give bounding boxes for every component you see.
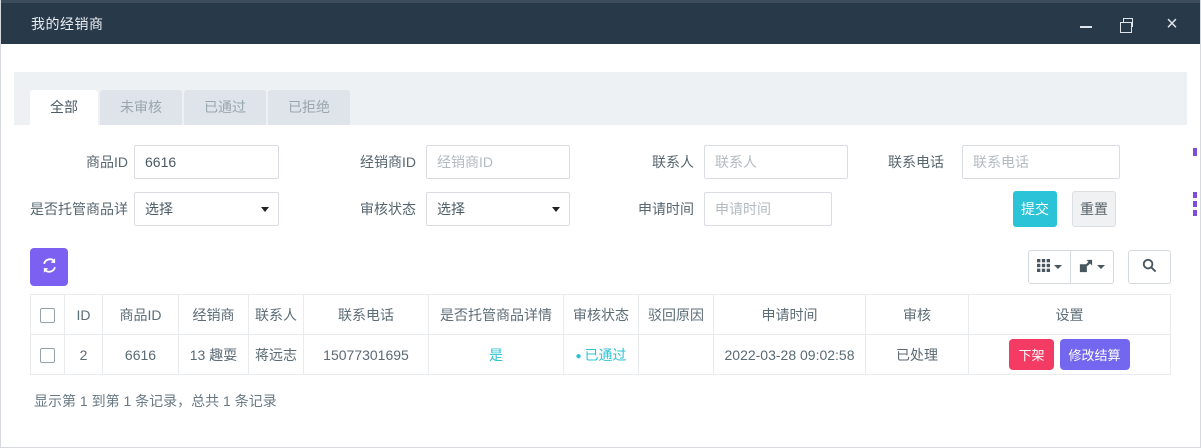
row-select-cell [31, 335, 65, 375]
col-dealer: 经销商 [179, 295, 249, 335]
modify-settlement-button[interactable]: 修改结算 [1060, 339, 1130, 370]
table-search-button[interactable] [1128, 250, 1171, 284]
contact-input[interactable] [704, 145, 848, 179]
minimize-button[interactable] [1078, 16, 1094, 32]
reset-button[interactable]: 重置 [1072, 191, 1116, 227]
select-all-header [31, 295, 65, 335]
col-settings: 设置 [969, 295, 1171, 335]
window-controls: × [1078, 16, 1180, 32]
chevron-down-icon [552, 207, 560, 212]
table-header-row: ID 商品ID 经销商 联系人 联系电话 是否托管商品详情 审核状态 驳回原因 … [31, 295, 1171, 335]
tab-unreviewed[interactable]: 未审核 [100, 90, 182, 125]
col-id: ID [65, 295, 103, 335]
cell-actions: 下架修改结算 [969, 335, 1171, 375]
dealer-id-label: 经销商ID [306, 152, 416, 172]
col-apply-time: 申请时间 [714, 295, 866, 335]
pagination-summary: 显示第 1 到第 1 条记录，总共 1 条记录 [34, 391, 1171, 411]
cell-product-id: 6616 [103, 335, 179, 375]
search-icon [1142, 258, 1157, 276]
filter-buttons: 提交 重置 [1013, 191, 1116, 227]
chevron-down-icon [261, 207, 269, 212]
col-contact: 联系人 [249, 295, 304, 335]
status-text: 已通过 [585, 347, 627, 363]
toolbar-button-group [1028, 250, 1114, 284]
submit-button[interactable]: 提交 [1013, 191, 1057, 227]
columns-grid-icon [1037, 259, 1050, 275]
export-button[interactable] [1071, 250, 1114, 284]
tab-approved[interactable]: 已通过 [184, 90, 266, 125]
col-reject-reason: 驳回原因 [639, 295, 714, 335]
scrollbar-thumb[interactable] [1193, 192, 1197, 217]
filter-product-id: 商品ID [30, 145, 279, 179]
tab-strip: 全部 未审核 已通过 已拒绝 [14, 72, 1187, 125]
refresh-button[interactable] [30, 248, 68, 286]
hosted-select-value: 选择 [145, 199, 173, 219]
col-status: 审核状态 [564, 295, 639, 335]
main-panel: 全部 未审核 已通过 已拒绝 商品ID 经销商ID 联系人 [14, 72, 1187, 411]
window-title: 我的经销商 [31, 14, 104, 34]
maximize-icon [1123, 18, 1133, 27]
table-row: 2 6616 13 趣耍 蒋远志 15077301695 是 ● 已通过 2022… [31, 335, 1171, 375]
select-all-checkbox[interactable] [40, 308, 55, 323]
refresh-icon [41, 257, 58, 277]
filter-apply-time: 申请时间 [606, 192, 832, 226]
col-review: 审核 [866, 295, 969, 335]
col-hosted: 是否托管商品详情 [429, 295, 564, 335]
tab-all[interactable]: 全部 [30, 90, 98, 125]
cell-id: 2 [65, 335, 103, 375]
cell-phone: 15077301695 [304, 335, 429, 375]
row-checkbox[interactable] [40, 348, 55, 363]
cell-contact: 蒋远志 [249, 335, 304, 375]
table-toolbar [30, 248, 1171, 286]
cell-reject-reason [639, 335, 714, 375]
product-id-label: 商品ID [30, 152, 128, 172]
tab-content: 商品ID 经销商ID 联系人 联系电话 是否 [14, 125, 1187, 411]
phone-input[interactable] [962, 145, 1120, 179]
filter-contact: 联系人 [606, 145, 848, 179]
status-select-value: 选择 [437, 199, 465, 219]
phone-label: 联系电话 [878, 152, 944, 172]
filter-dealer-id: 经销商ID [306, 145, 570, 179]
cell-dealer: 13 趣耍 [179, 335, 249, 375]
app-window: 我的经销商 × 全部 未审核 已通过 已拒绝 商品ID 经销商ID [0, 0, 1201, 448]
take-down-button[interactable]: 下架 [1009, 339, 1053, 370]
product-id-input[interactable] [134, 145, 279, 179]
toolbar-right-group [1028, 250, 1171, 284]
hosted-select[interactable]: 选择 [134, 192, 279, 226]
filter-row-2: 是否托管商品详 选择 审核状态 选择 申请时间 [30, 192, 1171, 226]
col-product-id: 商品ID [103, 295, 179, 335]
title-bar: 我的经销商 × [1, 0, 1200, 44]
hosted-label: 是否托管商品详 [30, 199, 128, 219]
scrollbar-thumb[interactable] [1193, 148, 1197, 156]
chevron-down-icon [1097, 265, 1105, 269]
filter-hosted: 是否托管商品详 选择 [30, 192, 279, 226]
close-button[interactable]: × [1164, 16, 1180, 32]
dealers-table: ID 商品ID 经销商 联系人 联系电话 是否托管商品详情 审核状态 驳回原因 … [30, 294, 1171, 375]
minimize-icon [1080, 26, 1092, 28]
close-icon: × [1166, 17, 1178, 31]
contact-label: 联系人 [606, 152, 694, 172]
apply-time-label: 申请时间 [606, 199, 694, 219]
export-icon [1079, 259, 1093, 276]
dealer-id-input[interactable] [426, 145, 570, 179]
cell-status: ● 已通过 [564, 335, 639, 375]
filter-phone: 联系电话 [878, 145, 1120, 179]
cell-apply-time: 2022-03-28 09:02:58 [714, 335, 866, 375]
chevron-down-icon [1054, 265, 1062, 269]
cell-review: 已处理 [866, 335, 969, 375]
tab-rejected[interactable]: 已拒绝 [268, 90, 350, 125]
status-dot-icon: ● [575, 351, 581, 362]
status-label: 审核状态 [306, 199, 416, 219]
apply-time-input[interactable] [704, 192, 832, 226]
columns-toggle-button[interactable] [1028, 250, 1071, 284]
col-phone: 联系电话 [304, 295, 429, 335]
status-select[interactable]: 选择 [426, 192, 570, 226]
cell-hosted: 是 [429, 335, 564, 375]
filter-status: 审核状态 选择 [306, 192, 570, 226]
filter-row-1: 商品ID 经销商ID 联系人 联系电话 [30, 145, 1171, 179]
maximize-button[interactable] [1121, 16, 1137, 32]
